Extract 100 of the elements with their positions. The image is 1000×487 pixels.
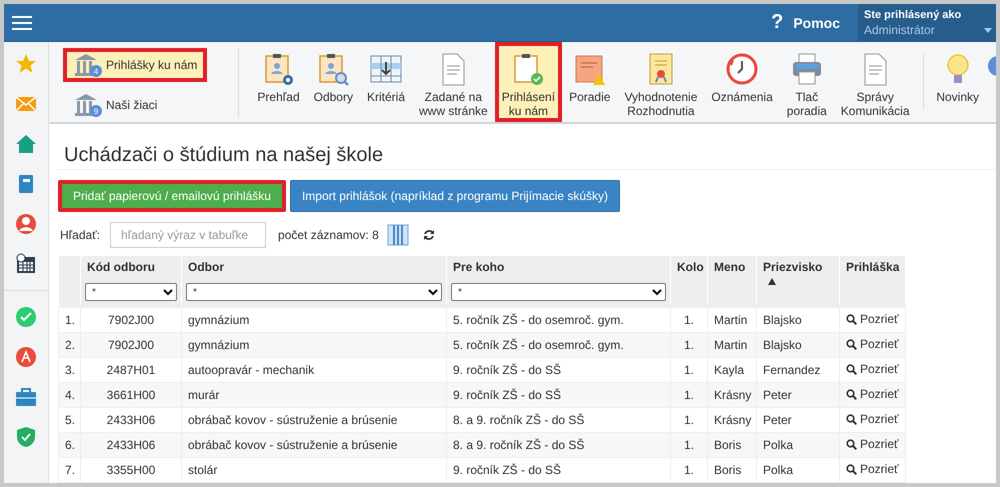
- user-icon: [14, 212, 38, 236]
- star-icon: [14, 52, 38, 76]
- table-cell: Polka: [756, 432, 840, 458]
- table-cell: murár: [182, 382, 446, 408]
- column-header[interactable]: Kolo: [670, 256, 708, 305]
- search-icon: [846, 414, 857, 425]
- table-cell: Martin: [708, 308, 756, 332]
- table-cell: gymnázium: [182, 332, 446, 358]
- table-cell: Krásny: [708, 382, 756, 408]
- help-button[interactable]: ? Pomoc: [753, 11, 858, 34]
- table-cell: 7.: [58, 458, 80, 482]
- table-cell: 1.: [670, 358, 708, 382]
- toolbar-button[interactable]: Novinky: [929, 42, 986, 122]
- table-cell: obrábač kovov - sústruženie a brúsenie: [182, 432, 446, 458]
- search-icon: [846, 464, 857, 475]
- toolbar-button[interactable]: Kritériá: [360, 42, 412, 122]
- table-cell: 2433H06: [80, 432, 182, 458]
- column-header[interactable]: Pre koho: [446, 256, 670, 281]
- table-cell: 2.: [58, 332, 80, 358]
- sort-up-icon: [768, 278, 776, 285]
- menu-icon: [12, 14, 32, 30]
- toolbar-button[interactable]: Oznámenia: [704, 42, 780, 122]
- toolbar-button[interactable]: Vyhodnotenie Rozhodnutia: [617, 42, 704, 122]
- table-cell: Blajsko: [756, 332, 840, 358]
- table-cell: 1.: [670, 432, 708, 458]
- search-icon: [846, 314, 857, 325]
- table-cell: 9. ročník ZŠ - do SŠ: [446, 458, 670, 482]
- page-title: Uchádzači o štúdium na našej škole: [58, 144, 996, 170]
- chevron-down-icon: [428, 288, 438, 296]
- table-cell: 9. ročník ZŠ - do SŠ: [446, 382, 670, 408]
- column-header[interactable]: Kód odboru: [80, 256, 182, 281]
- table-cell: 6.: [58, 432, 80, 458]
- table-cell: obrábač kovov - sústruženie a brúsenie: [182, 408, 446, 432]
- chevron-down-icon: [163, 288, 173, 296]
- toolbar-button[interactable]: Poradie: [562, 42, 618, 122]
- table-cell: 1.: [670, 332, 708, 358]
- table-cell: 8. a 9. ročník ZŠ - do SŠ: [446, 408, 670, 432]
- user-menu[interactable]: Ste prihlásený ako Administrátor: [858, 4, 996, 41]
- table-cell: Peter: [756, 382, 840, 408]
- table-cell: autoopravár - mechanik: [182, 358, 446, 382]
- chevron-down-icon: [652, 288, 662, 296]
- home-icon: [14, 132, 38, 156]
- column-header[interactable]: Meno: [708, 256, 756, 305]
- search-label: Hľadať:: [60, 228, 100, 242]
- filter-dropdown[interactable]: *: [186, 283, 442, 301]
- columns-icon: [386, 224, 409, 246]
- filter-dropdown[interactable]: *: [85, 283, 177, 301]
- table-cell: Boris: [708, 432, 756, 458]
- table-cell: gymnázium: [182, 308, 446, 332]
- table-cell: 9. ročník ZŠ - do SŠ: [446, 358, 670, 382]
- table-cell: 7902J00: [80, 332, 182, 358]
- filter-dropdown[interactable]: *: [451, 283, 666, 301]
- table-cell: 7902J00: [80, 308, 182, 332]
- table-cell: 3661H00: [80, 382, 182, 408]
- table-cell: stolár: [182, 458, 446, 482]
- table-cell: 1.: [670, 308, 708, 332]
- toolbar-button[interactable]: Tlač poradia: [780, 42, 834, 122]
- toolbar-button[interactable]: Zadané na www stránke: [412, 42, 495, 122]
- clock-icon: [725, 52, 760, 86]
- search-icon: [846, 338, 857, 350]
- search-field[interactable]: hľadaný výraz v tabuľke: [110, 222, 266, 248]
- column-header[interactable]: Priezvisko: [756, 256, 840, 305]
- import-button[interactable]: Import prihlášok (napríklad z programu Prijímacie skúšky): [290, 180, 620, 212]
- toolbar-button[interactable]: Prihlásení ku nám: [494, 42, 562, 122]
- table-cell: Krásny: [708, 408, 756, 432]
- refresh-button[interactable]: [422, 229, 435, 241]
- table-cell: 8. a 9. ročník ZŠ - do SŠ: [446, 432, 670, 458]
- grade-icon: [14, 345, 38, 369]
- table-cell: 1.: [670, 458, 708, 482]
- nav-link[interactable]: 4 Prihlášky ku nám: [63, 48, 208, 82]
- briefcase-icon: [14, 385, 38, 409]
- table-cell: Martin: [708, 332, 756, 358]
- table-cell: Fernandez: [756, 358, 840, 382]
- table-cell: 2487H01: [80, 358, 182, 382]
- table-cell: 5.: [58, 408, 80, 432]
- table-cell: Peter: [756, 408, 840, 432]
- table-cell: 1.: [58, 308, 80, 332]
- toolbar-button[interactable]: Prehľad: [250, 42, 307, 122]
- caret-icon: [984, 28, 992, 33]
- calendar-icon: [14, 252, 38, 276]
- column-header[interactable]: Prihláška: [840, 256, 906, 305]
- toolbar-button[interactable]: Správy Komunikácia: [834, 42, 916, 122]
- table-cell: 3355H00: [80, 458, 182, 482]
- table-cell: 5. ročník ZŠ - do osemroč. gym.: [446, 332, 670, 358]
- search-icon: [846, 388, 857, 400]
- column-header[interactable]: Odbor: [182, 256, 446, 281]
- table-cell: Blajsko: [756, 308, 840, 332]
- table-cell: 4.: [58, 382, 80, 408]
- record-count: počet záznamov: 8: [278, 228, 379, 242]
- toolbar-button[interactable]: Odbory: [306, 42, 360, 122]
- columns-button[interactable]: [386, 224, 409, 246]
- table-cell: Kayla: [708, 358, 756, 382]
- table-cell: Boris: [708, 458, 756, 482]
- table-cell: 3.: [58, 358, 80, 382]
- nav-link[interactable]: 9 Naši žiaci: [63, 88, 168, 122]
- search-icon: [846, 438, 857, 450]
- search-icon: [846, 364, 857, 375]
- shield-icon: [14, 425, 38, 449]
- table-cell: 1.: [670, 382, 708, 408]
- table-cell: Polka: [756, 458, 840, 482]
